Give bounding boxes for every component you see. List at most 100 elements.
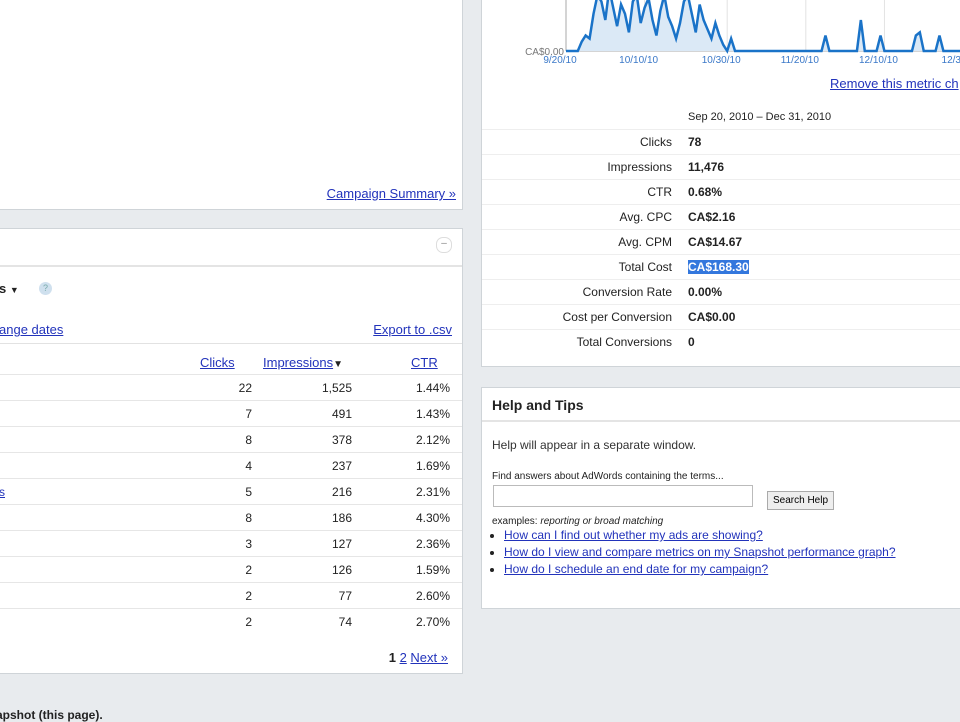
table-row: 3 127 2.36% <box>0 530 462 557</box>
date-range: Sep 20, 2010 – Dec 31, 2010 <box>688 111 832 123</box>
campaign-summary-panel: Campaign Summary » <box>0 0 463 210</box>
cell-clicks: 2 <box>245 563 252 577</box>
campaign-name-link[interactable]: s <box>0 485 5 499</box>
cell-impressions: 77 <box>338 589 352 603</box>
x-tick-label: 10/30/10 <box>702 55 741 66</box>
find-label: Find answers about AdWords containing th… <box>492 471 724 482</box>
stat-label: Clicks <box>640 135 672 149</box>
cell-clicks: 2 <box>245 589 252 603</box>
search-help-button[interactable]: Search Help <box>767 491 835 510</box>
x-tick-label: 9/20/10 <box>543 55 577 66</box>
cell-ctr: 4.30% <box>415 511 450 525</box>
help-link-item: How can I find out whether my ads are sh… <box>504 527 896 544</box>
stat-row: Cost per Conversion CA$0.00 <box>482 304 960 330</box>
cell-clicks: 8 <box>245 433 252 447</box>
cell-ctr: 2.60% <box>415 589 450 603</box>
x-tick-label: 12/31/10 <box>942 55 960 66</box>
page-current: 1 <box>388 650 396 665</box>
help-title: Help and Tips <box>492 397 584 413</box>
cell-clicks: 7 <box>245 407 252 421</box>
help-and-tips-panel: Help and Tips Help will appear in a sepa… <box>481 387 960 609</box>
stat-label: Cost per Conversion <box>562 310 672 324</box>
page-2-link[interactable]: 2 <box>400 650 407 665</box>
table-body: 22 1,525 1.44% 7 491 1.43% 8 378 2.12% 4 237 1.69% s… <box>0 374 462 639</box>
campaign-summary-link[interactable]: Campaign Summary » <box>327 186 456 201</box>
stat-row: CTR 0.68% <box>482 179 960 205</box>
cell-impressions: 126 <box>331 563 352 577</box>
stat-row: Clicks 78 <box>482 129 960 155</box>
stat-label: Total Conversions <box>576 335 672 349</box>
series-area <box>566 0 960 51</box>
help-search-input[interactable] <box>493 485 753 507</box>
stat-label: Conversion Rate <box>582 285 672 299</box>
help-note: Help will appear in a separate window. <box>492 438 697 452</box>
cell-clicks: 8 <box>245 511 252 525</box>
cell-clicks: 22 <box>238 381 252 395</box>
help-icon[interactable]: ? <box>39 282 52 295</box>
column-header-clicks[interactable]: Clicks <box>200 355 235 370</box>
export-csv-link[interactable]: Export to .csv <box>373 322 452 337</box>
performance-chart: CA$0.009/20/10 10/10/10 10/30/10 11/20/10 12… <box>525 0 960 66</box>
collapse-button[interactable]: – <box>436 237 452 253</box>
cell-clicks: 3 <box>245 537 252 551</box>
stat-label: CTR <box>647 185 672 199</box>
next-page-link[interactable]: Next » <box>410 650 448 665</box>
campaigns-table-panel: – s ▼ ? ange dates Export to .csv Clicks… <box>0 228 463 674</box>
help-link-snapshot-graph[interactable]: How do I view and compare metrics on my … <box>504 545 896 559</box>
cell-impressions: 186 <box>331 511 352 525</box>
stat-value: CA$2.16 <box>688 210 736 224</box>
table-row: 8 186 4.30% <box>0 504 462 531</box>
cell-impressions: 74 <box>338 615 352 629</box>
stat-label: Impressions <box>607 160 672 174</box>
impressions-label: Impressions <box>263 355 334 370</box>
cell-impressions: 491 <box>331 407 352 421</box>
x-tick-label: 10/10/10 <box>619 55 658 66</box>
stat-value: 0.00% <box>688 285 723 299</box>
cell-ctr: 1.44% <box>415 381 450 395</box>
change-dates-link[interactable]: ange dates <box>0 322 63 337</box>
cell-ctr: 1.59% <box>415 563 450 577</box>
table-row: 2 77 2.60% <box>0 582 462 609</box>
stat-value: 11,476 <box>688 160 725 174</box>
dropdown-label: s <box>0 281 7 296</box>
stat-value: 78 <box>688 135 702 149</box>
stat-value: CA$0.00 <box>688 310 736 324</box>
examples-terms: reporting or broad matching <box>540 516 664 527</box>
stat-row: Total Conversions 0 <box>482 329 960 355</box>
x-tick-label: 12/10/10 <box>859 55 898 66</box>
stat-value: 0.68% <box>688 185 723 199</box>
stat-label: Avg. CPM <box>618 235 672 249</box>
cell-ctr: 2.36% <box>415 537 450 551</box>
table-row: 22 1,525 1.44% <box>0 374 462 401</box>
stat-value: 0 <box>688 335 695 349</box>
sort-desc-icon: ▼ <box>333 359 343 370</box>
help-links: How can I find out whether my ads are sh… <box>484 527 896 578</box>
cell-ctr: 2.12% <box>415 433 450 447</box>
column-header-ctr[interactable]: CTR <box>411 355 438 370</box>
column-header-impressions[interactable]: Impressions▼ <box>263 355 343 370</box>
chevron-down-icon: ▼ <box>9 285 19 295</box>
cell-impressions: 216 <box>331 485 352 499</box>
stat-label: Total Cost <box>618 260 672 274</box>
view-dropdown[interactable]: s ▼ <box>0 281 19 296</box>
cell-clicks: 2 <box>245 615 252 629</box>
cell-clicks: 5 <box>245 485 252 499</box>
table-row: 7 491 1.43% <box>0 400 462 427</box>
cell-clicks: 4 <box>245 459 252 473</box>
panel-header <box>0 229 462 267</box>
help-link-ads-showing[interactable]: How can I find out whether my ads are sh… <box>504 528 763 542</box>
help-link-item: How do I schedule an end date for my cam… <box>504 561 896 578</box>
stat-label: Avg. CPC <box>619 210 672 224</box>
stat-value: CA$168.30 <box>688 260 749 274</box>
examples-text: examples: reporting or broad matching <box>492 516 663 527</box>
cell-ctr: 2.31% <box>415 485 450 499</box>
help-link-end-date[interactable]: How do I schedule an end date for my cam… <box>504 562 768 576</box>
x-tick-label: 11/20/10 <box>781 55 820 66</box>
cell-impressions: 127 <box>331 537 352 551</box>
table-row: 8 378 2.12% <box>0 426 462 453</box>
stat-row: Impressions 11,476 <box>482 154 960 180</box>
table-row: 2 126 1.59% <box>0 556 462 583</box>
remove-metric-link[interactable]: Remove this metric ch <box>830 76 959 91</box>
help-link-item: How do I view and compare metrics on my … <box>504 544 896 561</box>
performance-panel: CA$0.00 9/20/10 10/10/10 10/30/10 11/20/10 12… <box>481 0 960 367</box>
